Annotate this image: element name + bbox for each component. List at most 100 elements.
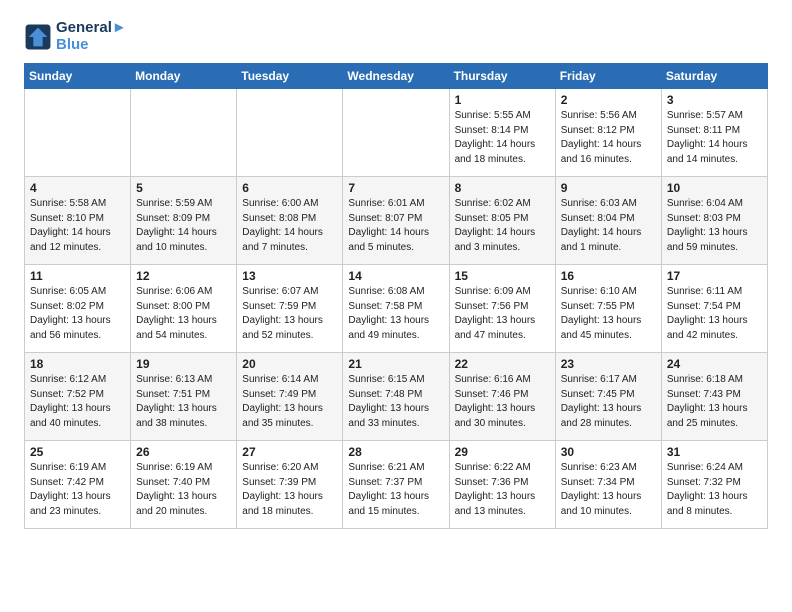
- calendar-cell: 10 Sunrise: 6:04 AMSunset: 8:03 PMDaylig…: [661, 177, 767, 265]
- day-detail: Sunrise: 6:11 AMSunset: 7:54 PMDaylight:…: [667, 285, 762, 343]
- day-detail: Sunrise: 6:00 AMSunset: 8:08 PMDaylight:…: [242, 197, 337, 255]
- calendar-cell: 30 Sunrise: 6:23 AMSunset: 7:34 PMDaylig…: [555, 441, 661, 529]
- day-detail: Sunrise: 6:21 AMSunset: 7:37 PMDaylight:…: [348, 461, 443, 519]
- day-detail: Sunrise: 6:24 AMSunset: 7:32 PMDaylight:…: [667, 461, 762, 519]
- day-number: 23: [561, 357, 656, 371]
- calendar-cell: 15 Sunrise: 6:09 AMSunset: 7:56 PMDaylig…: [449, 265, 555, 353]
- day-detail: Sunrise: 6:06 AMSunset: 8:00 PMDaylight:…: [136, 285, 231, 343]
- day-detail: Sunrise: 5:56 AMSunset: 8:12 PMDaylight:…: [561, 109, 656, 167]
- day-number: 7: [348, 181, 443, 195]
- day-number: 17: [667, 269, 762, 283]
- calendar-cell: 17 Sunrise: 6:11 AMSunset: 7:54 PMDaylig…: [661, 265, 767, 353]
- day-detail: Sunrise: 5:59 AMSunset: 8:09 PMDaylight:…: [136, 197, 231, 255]
- day-number: 22: [455, 357, 550, 371]
- day-number: 6: [242, 181, 337, 195]
- day-number: 14: [348, 269, 443, 283]
- day-number: 9: [561, 181, 656, 195]
- day-number: 10: [667, 181, 762, 195]
- day-number: 30: [561, 445, 656, 459]
- day-detail: Sunrise: 6:01 AMSunset: 8:07 PMDaylight:…: [348, 197, 443, 255]
- day-detail: Sunrise: 6:12 AMSunset: 7:52 PMDaylight:…: [30, 373, 125, 431]
- calendar-cell: 11 Sunrise: 6:05 AMSunset: 8:02 PMDaylig…: [25, 265, 131, 353]
- day-detail: Sunrise: 6:19 AMSunset: 7:42 PMDaylight:…: [30, 461, 125, 519]
- calendar-cell: 28 Sunrise: 6:21 AMSunset: 7:37 PMDaylig…: [343, 441, 449, 529]
- calendar-cell: 9 Sunrise: 6:03 AMSunset: 8:04 PMDayligh…: [555, 177, 661, 265]
- day-detail: Sunrise: 6:19 AMSunset: 7:40 PMDaylight:…: [136, 461, 231, 519]
- calendar-cell: 31 Sunrise: 6:24 AMSunset: 7:32 PMDaylig…: [661, 441, 767, 529]
- day-detail: Sunrise: 6:23 AMSunset: 7:34 PMDaylight:…: [561, 461, 656, 519]
- day-detail: Sunrise: 6:15 AMSunset: 7:48 PMDaylight:…: [348, 373, 443, 431]
- calendar-cell: 2 Sunrise: 5:56 AMSunset: 8:12 PMDayligh…: [555, 89, 661, 177]
- day-detail: Sunrise: 6:22 AMSunset: 7:36 PMDaylight:…: [455, 461, 550, 519]
- day-detail: Sunrise: 6:04 AMSunset: 8:03 PMDaylight:…: [667, 197, 762, 255]
- weekday-header-wednesday: Wednesday: [343, 64, 449, 89]
- day-detail: Sunrise: 5:58 AMSunset: 8:10 PMDaylight:…: [30, 197, 125, 255]
- weekday-header-tuesday: Tuesday: [237, 64, 343, 89]
- weekday-header-monday: Monday: [131, 64, 237, 89]
- day-number: 8: [455, 181, 550, 195]
- logo-icon: [24, 23, 52, 51]
- weekday-header-sunday: Sunday: [25, 64, 131, 89]
- day-detail: Sunrise: 6:07 AMSunset: 7:59 PMDaylight:…: [242, 285, 337, 343]
- calendar-cell: 18 Sunrise: 6:12 AMSunset: 7:52 PMDaylig…: [25, 353, 131, 441]
- calendar-cell: 5 Sunrise: 5:59 AMSunset: 8:09 PMDayligh…: [131, 177, 237, 265]
- calendar-cell: [237, 89, 343, 177]
- day-number: 29: [455, 445, 550, 459]
- calendar-week-3: 11 Sunrise: 6:05 AMSunset: 8:02 PMDaylig…: [25, 265, 768, 353]
- day-detail: Sunrise: 5:57 AMSunset: 8:11 PMDaylight:…: [667, 109, 762, 167]
- calendar-cell: 22 Sunrise: 6:16 AMSunset: 7:46 PMDaylig…: [449, 353, 555, 441]
- calendar-cell: 27 Sunrise: 6:20 AMSunset: 7:39 PMDaylig…: [237, 441, 343, 529]
- calendar-week-5: 25 Sunrise: 6:19 AMSunset: 7:42 PMDaylig…: [25, 441, 768, 529]
- day-detail: Sunrise: 6:10 AMSunset: 7:55 PMDaylight:…: [561, 285, 656, 343]
- calendar-cell: 8 Sunrise: 6:02 AMSunset: 8:05 PMDayligh…: [449, 177, 555, 265]
- weekday-header-saturday: Saturday: [661, 64, 767, 89]
- calendar-week-1: 1 Sunrise: 5:55 AMSunset: 8:14 PMDayligh…: [25, 89, 768, 177]
- page-header: General► Blue: [24, 20, 768, 53]
- calendar-cell: [343, 89, 449, 177]
- calendar-week-4: 18 Sunrise: 6:12 AMSunset: 7:52 PMDaylig…: [25, 353, 768, 441]
- day-number: 5: [136, 181, 231, 195]
- calendar-table: SundayMondayTuesdayWednesdayThursdayFrid…: [24, 63, 768, 529]
- day-detail: Sunrise: 6:08 AMSunset: 7:58 PMDaylight:…: [348, 285, 443, 343]
- day-number: 28: [348, 445, 443, 459]
- calendar-cell: 29 Sunrise: 6:22 AMSunset: 7:36 PMDaylig…: [449, 441, 555, 529]
- calendar-cell: 20 Sunrise: 6:14 AMSunset: 7:49 PMDaylig…: [237, 353, 343, 441]
- calendar-cell: [25, 89, 131, 177]
- calendar-cell: 16 Sunrise: 6:10 AMSunset: 7:55 PMDaylig…: [555, 265, 661, 353]
- day-detail: Sunrise: 6:20 AMSunset: 7:39 PMDaylight:…: [242, 461, 337, 519]
- day-number: 3: [667, 93, 762, 107]
- day-number: 20: [242, 357, 337, 371]
- calendar-cell: 7 Sunrise: 6:01 AMSunset: 8:07 PMDayligh…: [343, 177, 449, 265]
- calendar-cell: 19 Sunrise: 6:13 AMSunset: 7:51 PMDaylig…: [131, 353, 237, 441]
- weekday-header-thursday: Thursday: [449, 64, 555, 89]
- calendar-cell: 3 Sunrise: 5:57 AMSunset: 8:11 PMDayligh…: [661, 89, 767, 177]
- day-number: 31: [667, 445, 762, 459]
- day-number: 24: [667, 357, 762, 371]
- day-detail: Sunrise: 5:55 AMSunset: 8:14 PMDaylight:…: [455, 109, 550, 167]
- day-number: 11: [30, 269, 125, 283]
- calendar-cell: 6 Sunrise: 6:00 AMSunset: 8:08 PMDayligh…: [237, 177, 343, 265]
- day-number: 15: [455, 269, 550, 283]
- calendar-cell: 12 Sunrise: 6:06 AMSunset: 8:00 PMDaylig…: [131, 265, 237, 353]
- calendar-cell: 26 Sunrise: 6:19 AMSunset: 7:40 PMDaylig…: [131, 441, 237, 529]
- calendar-cell: 1 Sunrise: 5:55 AMSunset: 8:14 PMDayligh…: [449, 89, 555, 177]
- day-number: 18: [30, 357, 125, 371]
- day-number: 27: [242, 445, 337, 459]
- day-detail: Sunrise: 6:18 AMSunset: 7:43 PMDaylight:…: [667, 373, 762, 431]
- day-detail: Sunrise: 6:17 AMSunset: 7:45 PMDaylight:…: [561, 373, 656, 431]
- day-detail: Sunrise: 6:16 AMSunset: 7:46 PMDaylight:…: [455, 373, 550, 431]
- day-number: 12: [136, 269, 231, 283]
- calendar-cell: 4 Sunrise: 5:58 AMSunset: 8:10 PMDayligh…: [25, 177, 131, 265]
- day-number: 4: [30, 181, 125, 195]
- calendar-cell: 25 Sunrise: 6:19 AMSunset: 7:42 PMDaylig…: [25, 441, 131, 529]
- calendar-cell: 13 Sunrise: 6:07 AMSunset: 7:59 PMDaylig…: [237, 265, 343, 353]
- calendar-cell: 23 Sunrise: 6:17 AMSunset: 7:45 PMDaylig…: [555, 353, 661, 441]
- calendar-cell: 21 Sunrise: 6:15 AMSunset: 7:48 PMDaylig…: [343, 353, 449, 441]
- calendar-cell: [131, 89, 237, 177]
- day-number: 26: [136, 445, 231, 459]
- day-number: 21: [348, 357, 443, 371]
- day-detail: Sunrise: 6:09 AMSunset: 7:56 PMDaylight:…: [455, 285, 550, 343]
- weekday-header-friday: Friday: [555, 64, 661, 89]
- day-detail: Sunrise: 6:05 AMSunset: 8:02 PMDaylight:…: [30, 285, 125, 343]
- calendar-cell: 24 Sunrise: 6:18 AMSunset: 7:43 PMDaylig…: [661, 353, 767, 441]
